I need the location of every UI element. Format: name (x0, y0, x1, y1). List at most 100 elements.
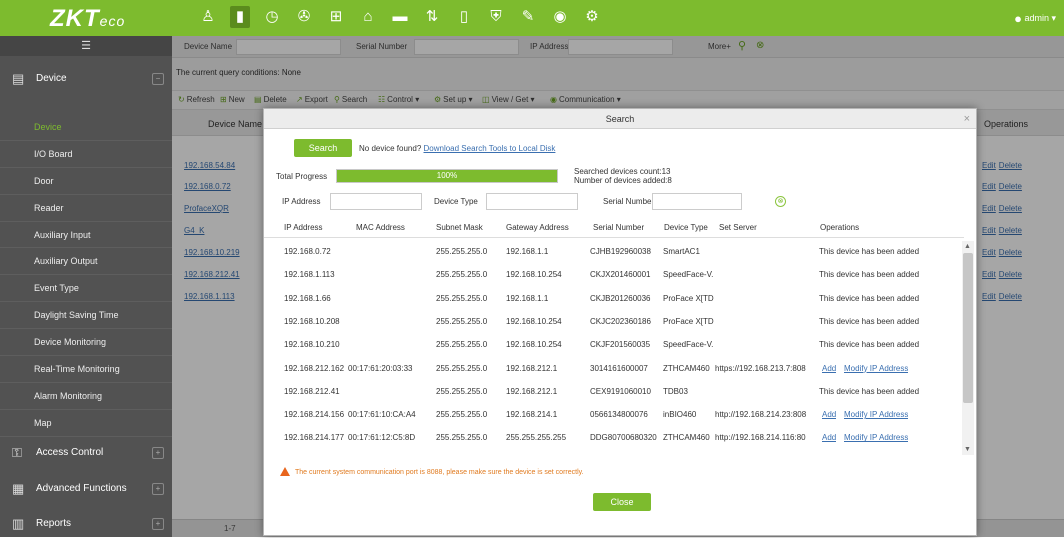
result-row[interactable]: 192.168.10.208 255.255.255.0 192.168.10.25… (264, 311, 962, 334)
col-serial-number[interactable]: Serial Number (593, 223, 644, 232)
collapse-icon[interactable]: − (152, 73, 164, 85)
close-button[interactable]: Close (593, 493, 651, 511)
col-subnet-mask[interactable]: Subnet Mask (436, 223, 483, 232)
elevator-icon[interactable]: ⇅ (422, 6, 442, 28)
top-header: ZKTeco ♙ ▮ ◷ ✇ ⊞ ⌂ ▬ ⇅ ▯ ⛨ ✎ ◉ ⚙ ● admin… (0, 0, 1064, 36)
search-button[interactable]: Search (294, 139, 352, 157)
modify-ip-link[interactable]: Modify IP Address (844, 364, 908, 373)
result-row[interactable]: 192.168.0.72 255.255.255.0 192.168.1.1 CJHB… (264, 241, 962, 264)
cell-server: http://192.168.214.23:808 (715, 410, 807, 420)
clock-icon[interactable]: ◷ (262, 6, 282, 28)
close-icon[interactable]: × (964, 112, 970, 126)
expand-icon[interactable]: + (152, 447, 164, 459)
download-tools-link[interactable]: Download Search Tools to Local Disk (424, 144, 556, 153)
tag-icon[interactable]: ▯ (454, 6, 474, 28)
cell-sn: 0566134800076 (590, 410, 648, 420)
sidebar-item-map[interactable]: Map (0, 410, 172, 437)
cell-mask: 255.255.255.0 (436, 433, 488, 443)
progress-bar: 100% (336, 169, 558, 183)
result-row[interactable]: 192.168.10.210 255.255.255.0 192.168.10.25… (264, 334, 962, 357)
sidebar-item-device[interactable]: Device (0, 114, 172, 141)
result-row[interactable]: 192.168.212.41 255.255.255.0 192.168.212.1… (264, 381, 962, 404)
cell-gw: 192.168.10.254 (506, 340, 562, 350)
add-device-link[interactable]: Add (822, 433, 836, 442)
sidebar-item-device-monitoring[interactable]: Device Monitoring (0, 329, 172, 357)
cell-ip: 192.168.214.156 (284, 410, 345, 420)
sidebar-item-auxiliary-input[interactable]: Auxiliary Input (0, 222, 172, 249)
result-row[interactable]: 192.168.214.18000:17:61:20:01:05255.255.… (264, 451, 962, 455)
user-menu[interactable]: ● admin ▾ (1014, 11, 1056, 26)
results-scrollbar[interactable]: ▲ ▼ (962, 241, 974, 455)
cell-mac: 00:17:61:20:03:33 (348, 363, 413, 373)
add-device-link[interactable]: Add (822, 364, 836, 373)
module-device[interactable]: ▤ Device − (0, 66, 172, 92)
cell-gw: 192.168.212.1 (506, 386, 558, 396)
cell-gw: 192.168.1.1 (506, 247, 549, 256)
sidebar-item-alarm-monitoring[interactable]: Alarm Monitoring (0, 383, 172, 410)
cell-ip: 192.168.214.177 (284, 433, 345, 443)
modify-ip-link[interactable]: Modify IP Address (844, 410, 908, 419)
module-reports[interactable]: ▥ Reports + (0, 511, 172, 537)
cell-gw: 192.168.1.1 (506, 293, 549, 303)
module-access-control[interactable]: ⚿ Access Control + (0, 440, 172, 466)
expand-icon[interactable]: + (152, 518, 164, 530)
result-row[interactable]: 192.168.212.162 00:17:61:20:03:33 255.255.… (264, 358, 962, 381)
scroll-down-icon[interactable]: ▼ (964, 446, 971, 453)
filter-type-input[interactable] (486, 193, 578, 210)
reports-icon: ▥ (12, 516, 25, 531)
results-header: IP Address MAC Address Subnet Mask Gatew… (264, 218, 964, 238)
scroll-up-icon[interactable]: ▲ (964, 243, 971, 250)
col-device-type[interactable]: Device Type (664, 223, 708, 232)
clear-filter-icon[interactable]: ⊗ (775, 196, 786, 207)
result-row[interactable]: 192.168.1.113 255.255.255.0 192.168.10.254… (264, 264, 962, 287)
cell-gw: 192.168.214.1 (506, 410, 558, 420)
result-row[interactable]: 192.168.214.156 00:17:61:10:CA:A4 255.255.… (264, 404, 962, 427)
modify-ip-link[interactable]: Modify IP Address (844, 433, 908, 442)
cell-sn: CKJX201460001 (590, 270, 651, 280)
col-set-server[interactable]: Set Server (719, 223, 757, 232)
sidebar-menu: Device I/O Board Door Reader Auxiliary I… (0, 114, 172, 437)
cell-type: ZTHCAM460 (663, 433, 710, 443)
cell-type: SmartAC1 (663, 247, 700, 256)
sidebar-item-realtime-monitoring[interactable]: Real-Time Monitoring (0, 356, 172, 383)
cell-type: TDB03 (663, 386, 688, 396)
hotel-icon[interactable]: ⌂ (358, 6, 378, 28)
col-gateway-address[interactable]: Gateway Address (506, 223, 569, 232)
device-icon[interactable]: ▮ (230, 6, 250, 28)
zkteco-logo[interactable]: ZKTeco (50, 5, 125, 33)
settings-icon[interactable]: ⚙ (582, 6, 602, 28)
filter-ip-input[interactable] (330, 193, 422, 210)
col-mac-address[interactable]: MAC Address (356, 223, 405, 232)
scroll-thumb[interactable] (963, 253, 973, 403)
filter-type-label: Device Type (434, 197, 478, 206)
sidebar-item-io-board[interactable]: I/O Board (0, 141, 172, 168)
dashboard-icon[interactable]: ◉ (550, 6, 570, 28)
module-advanced-functions[interactable]: ▦ Advanced Functions + (0, 476, 172, 502)
access-icon[interactable]: ⊞ (326, 6, 346, 28)
sidebar-item-event-type[interactable]: Event Type (0, 275, 172, 303)
dialog-title: Search (264, 109, 976, 129)
video-icon[interactable]: ✎ (518, 6, 538, 28)
cell-mac: 00:17:61:10:CA:A4 (348, 410, 416, 420)
cell-type: ProFace X[TD (663, 293, 714, 303)
guard-icon[interactable]: ⛨ (486, 6, 506, 28)
progress-fill: 100% (337, 170, 557, 182)
cell-mask: 255.255.255.0 (436, 410, 488, 420)
sidebar-item-auxiliary-output[interactable]: Auxiliary Output (0, 248, 172, 276)
advanced-functions-icon: ▦ (12, 481, 25, 496)
sidebar-item-door[interactable]: Door (0, 168, 172, 195)
access-control-icon: ⚿ (12, 445, 22, 460)
person-icon[interactable]: ♙ (198, 6, 218, 28)
car-icon[interactable]: ▬ (390, 6, 410, 28)
add-device-link[interactable]: Add (822, 410, 836, 419)
fingerprint-icon[interactable]: ✇ (294, 6, 314, 28)
sidebar-item-daylight-saving[interactable]: Daylight Saving Time (0, 302, 172, 330)
result-row[interactable]: 192.168.214.177 00:17:61:12:C5:8D 255.255.… (264, 427, 962, 450)
col-ip-address[interactable]: IP Address (284, 223, 323, 232)
sidebar-toggle-icon[interactable]: ☰ (0, 36, 172, 56)
expand-icon[interactable]: + (152, 483, 164, 495)
result-row[interactable]: 192.168.1.66 255.255.255.0 192.168.1.1 CKJB… (264, 288, 962, 311)
filter-serial-input[interactable] (652, 193, 742, 210)
sidebar-item-reader[interactable]: Reader (0, 195, 172, 222)
operation-status: This device has been added (819, 270, 920, 280)
